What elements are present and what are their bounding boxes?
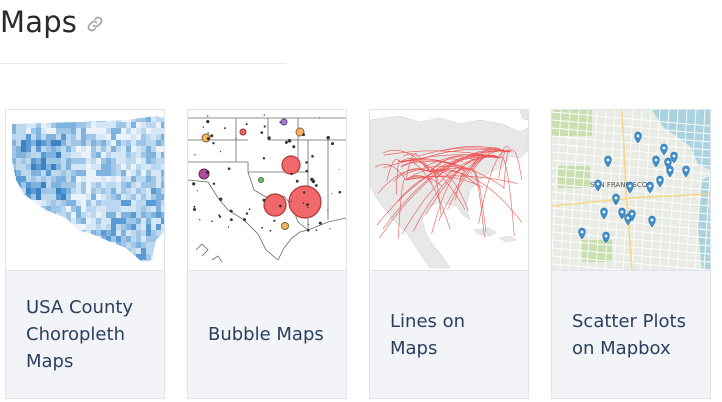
card-bubble-maps[interactable]: Bubble Maps (187, 109, 347, 399)
link-icon[interactable] (85, 14, 105, 34)
lines-map-thumbnail (370, 110, 528, 271)
card-label: Lines on Maps (390, 310, 466, 359)
section-title: Maps (0, 5, 78, 39)
card-label: Scatter Plots on Mapbox (572, 310, 686, 359)
section-heading: Maps (0, 2, 105, 42)
bubble-map-thumbnail (188, 110, 346, 271)
card-label: Bubble Maps (208, 324, 324, 345)
choropleth-thumbnail (6, 110, 164, 271)
section-divider (0, 63, 286, 64)
card-scatter-plots-on-mapbox[interactable]: SAN FRANCISCO Scatter Plots on Mapbox (551, 109, 711, 399)
mapbox-thumbnail: SAN FRANCISCO (552, 110, 710, 271)
card-lines-on-maps[interactable]: Lines on Maps (369, 109, 529, 399)
card-usa-county-choropleth[interactable]: USA County Choropleth Maps (5, 109, 165, 399)
card-label: USA County Choropleth Maps (26, 297, 134, 372)
